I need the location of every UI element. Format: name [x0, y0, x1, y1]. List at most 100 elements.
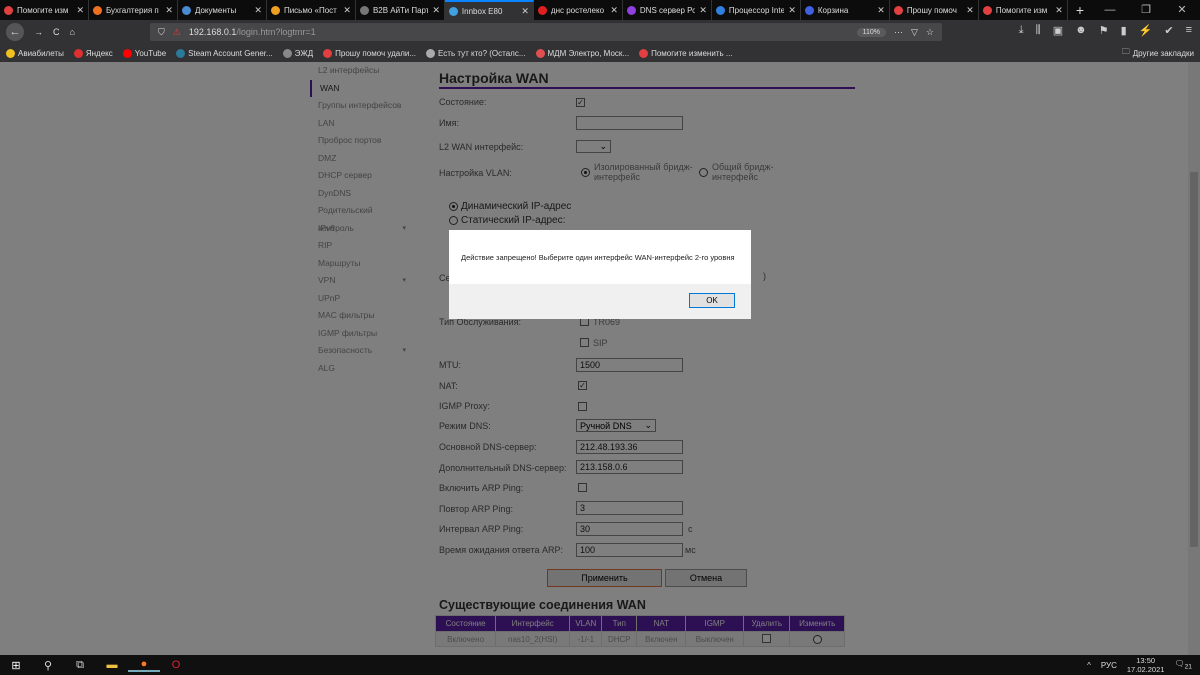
tab-favicon-icon [893, 5, 903, 15]
opera-icon[interactable]: O [160, 659, 192, 671]
close-tab-icon[interactable]: ✕ [76, 5, 84, 16]
insecure-lock-icon: ⚠ [172, 26, 181, 37]
tab-6[interactable]: днс ростелеко ✕ [534, 0, 623, 20]
bookmark-favicon-icon [323, 48, 333, 58]
close-tab-icon[interactable]: ✕ [432, 5, 440, 16]
toolbar-icon[interactable]: ☻ [1075, 24, 1087, 37]
folder-icon: 🗀 [1121, 47, 1130, 56]
tab-favicon-icon [804, 5, 814, 15]
tab-favicon-icon [92, 5, 102, 15]
search-icon[interactable]: ⚲ [32, 659, 64, 672]
bookmark-favicon-icon [176, 48, 186, 58]
tab-label: Помогите изм [995, 5, 1048, 15]
bookmark-item[interactable]: Авиабилеты [6, 48, 64, 58]
other-bookmarks-label: Другие закладки [1132, 48, 1194, 58]
tab-favicon-icon [359, 5, 369, 15]
close-button[interactable]: ✕ [1164, 0, 1200, 20]
bookmark-label: Помогите изменить ... [651, 48, 733, 58]
tab-8[interactable]: Процессор Inte ✕ [712, 0, 801, 20]
toolbar-icon[interactable]: ⤓ [1019, 24, 1024, 37]
bookmark-item[interactable]: Прошу помоч удали... [323, 48, 417, 58]
close-tab-icon[interactable]: ✕ [343, 5, 351, 16]
tab-7[interactable]: DNS сервер Ро ✕ [623, 0, 712, 20]
url-host: 192.168.0.1 [188, 27, 237, 37]
language-indicator[interactable]: РУС [1101, 661, 1117, 670]
modal-overlay [0, 62, 1200, 655]
tab-2[interactable]: Документы ✕ [178, 0, 267, 20]
tab-favicon-icon [626, 5, 636, 15]
restore-button[interactable]: ❐ [1128, 0, 1164, 20]
bookmark-favicon-icon [282, 48, 292, 58]
toolbar-icon[interactable]: ⫼ [1036, 24, 1041, 37]
reload-button[interactable]: C [53, 27, 60, 37]
tab-label: Документы [194, 5, 237, 15]
file-explorer-icon[interactable]: ▬ [96, 659, 128, 671]
clock[interactable]: 13:50 17.02.2021 [1127, 656, 1165, 674]
windows-start-icon[interactable]: ⊞ [0, 659, 32, 672]
bookmark-label: Прошу помоч удали... [335, 48, 417, 58]
bookmark-item[interactable]: YouTube [122, 48, 166, 58]
home-button[interactable]: ⌂ [70, 27, 75, 37]
bookmark-item[interactable]: Steam Account Gener... [176, 48, 273, 58]
close-tab-icon[interactable]: ✕ [165, 5, 173, 16]
minimize-button[interactable]: — [1092, 0, 1128, 20]
tab-11[interactable]: Помогите изм ✕ [979, 0, 1068, 20]
bookmark-favicon-icon [639, 48, 649, 58]
tab-10[interactable]: Прошу помоч ✕ [890, 0, 979, 20]
bookmark-label: ЭЖД [294, 48, 314, 58]
tab-label: Процессор Inte [728, 5, 785, 15]
bookmark-label: Steam Account Gener... [188, 48, 273, 58]
bookmark-item[interactable]: МДМ Электро, Моск... [535, 48, 629, 58]
close-tab-icon[interactable]: ✕ [966, 5, 974, 16]
bookmark-item[interactable]: Яндекс [73, 48, 113, 58]
tab-4[interactable]: B2B АйТи Парт ✕ [356, 0, 445, 20]
tab-3[interactable]: Письмо «Пост ✕ [267, 0, 356, 20]
toolbar-icon[interactable]: ✔ [1164, 24, 1173, 37]
pocket-icon[interactable]: ▽ [911, 27, 918, 38]
back-button[interactable]: ← [6, 23, 24, 41]
close-tab-icon[interactable]: ✕ [521, 6, 529, 17]
other-bookmarks[interactable]: 🗀 Другие закладки [1122, 46, 1194, 60]
tab-label: днс ростелеко [550, 5, 605, 15]
bookmark-label: Авиабилеты [18, 48, 64, 58]
page-actions-button[interactable]: ··· [894, 27, 903, 37]
toolbar-icon[interactable]: ≡ [1186, 24, 1192, 37]
close-tab-icon[interactable]: ✕ [1055, 5, 1063, 16]
taskbar: ⊞ ⚲ ⧉ ▬ ● O ^ РУС 13:50 17.02.2021 🗨21 [0, 655, 1200, 675]
alert-dialog: Действие запрещено! Выберите один интерф… [449, 230, 751, 319]
tab-label: Бухгалтерия п [105, 5, 159, 15]
tab-9[interactable]: Корзина ✕ [801, 0, 890, 20]
url-path: /login.htm?logtmr=1 [236, 27, 316, 37]
close-tab-icon[interactable]: ✕ [610, 5, 618, 16]
bookmark-item[interactable]: Есть тут кто? (Осталс... [426, 48, 526, 58]
bookmark-item[interactable]: ЭЖД [282, 48, 314, 58]
toolbar-icon[interactable]: ⚡ [1139, 24, 1153, 37]
close-tab-icon[interactable]: ✕ [699, 5, 707, 16]
bookmark-star-icon[interactable]: ☆ [926, 27, 934, 38]
firefox-icon[interactable]: ● [128, 658, 160, 672]
tab-favicon-icon [448, 6, 458, 16]
bookmark-item[interactable]: Помогите изменить ... [639, 48, 733, 58]
close-tab-icon[interactable]: ✕ [788, 5, 796, 16]
task-view-icon[interactable]: ⧉ [64, 659, 96, 672]
notifications-icon[interactable]: 🗨21 [1174, 659, 1192, 671]
tab-favicon-icon [982, 5, 992, 15]
ok-button[interactable]: OK [689, 293, 735, 308]
tab-1[interactable]: Бухгалтерия п ✕ [89, 0, 178, 20]
toolbar-icon[interactable]: ▮ [1121, 24, 1127, 37]
bookmarks-bar: Авиабилеты Яндекс YouTube Steam Account Gen… [0, 44, 1200, 62]
tab-5[interactable]: Innbox E80 ✕ [444, 0, 534, 20]
tab-label: Корзина [817, 5, 849, 15]
tab-0[interactable]: Помогите изм ✕ [0, 0, 89, 20]
toolbar-icon[interactable]: ⚑ [1099, 24, 1109, 37]
forward-button[interactable]: → [34, 27, 43, 37]
tray-chevron-icon[interactable]: ^ [1087, 661, 1091, 670]
bookmark-favicon-icon [6, 48, 15, 58]
tab-label: DNS сервер Ро [639, 5, 696, 15]
toolbar-icon[interactable]: ▣ [1053, 24, 1063, 37]
zoom-level-button[interactable]: 110% [856, 27, 886, 37]
close-tab-icon[interactable]: ✕ [877, 5, 885, 16]
close-tab-icon[interactable]: ✕ [254, 5, 262, 16]
new-tab-button[interactable]: + [1068, 0, 1092, 20]
address-bar[interactable]: ⛉ ⚠ 192.168.0.1/login.htm?logtmr=1 110% … [150, 23, 942, 41]
